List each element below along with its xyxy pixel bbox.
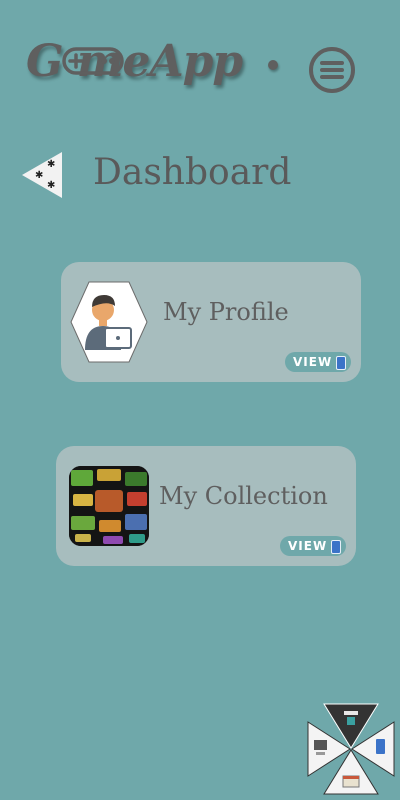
my-profile-label: My Profile [163, 298, 289, 326]
developer-avatar-icon [70, 281, 148, 363]
app-logo[interactable]: G meApp [26, 36, 286, 96]
my-collection-card[interactable]: My Collection VIEW [56, 446, 356, 566]
phone-icon [331, 540, 341, 554]
svg-text:✱: ✱ [47, 180, 55, 191]
svg-text:✱: ✱ [47, 159, 55, 170]
view-collection-button[interactable]: VIEW [280, 536, 346, 556]
hamburger-menu-icon[interactable] [308, 46, 356, 94]
phone-icon [336, 356, 346, 370]
app-logo-text: G meApp [26, 36, 243, 87]
my-profile-card[interactable]: My Profile VIEW [61, 262, 361, 382]
view-button-label: VIEW [288, 539, 328, 553]
gamepad-icon [62, 47, 124, 75]
floating-action-menu[interactable] [306, 702, 396, 796]
view-profile-button[interactable]: VIEW [285, 352, 351, 372]
game-collection-thumbnail [69, 466, 149, 546]
svg-text:✱: ✱ [35, 170, 43, 181]
logo-dot [268, 60, 278, 70]
my-collection-label: My Collection [159, 482, 328, 510]
browser-icon[interactable] [342, 775, 360, 788]
back-triangle-icon[interactable]: ✱ ✱ ✱ [20, 150, 64, 200]
page-title: Dashboard [93, 152, 292, 193]
view-button-label: VIEW [293, 355, 333, 369]
mobile-icon[interactable] [376, 739, 385, 754]
